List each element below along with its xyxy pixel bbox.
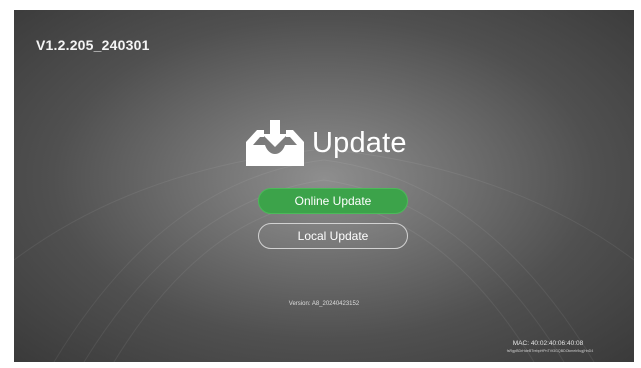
app-version-label: Version: A8_20240423152 bbox=[288, 301, 360, 307]
background-light-streaks bbox=[14, 149, 634, 362]
local-update-label: Local Update bbox=[297, 229, 369, 243]
update-screen: V1.2.205_240301 Update Online Update Loc… bbox=[14, 10, 634, 362]
mac-address-label: MAC: 40:02:40:06:40:08 bbox=[512, 340, 584, 347]
download-tray-icon bbox=[246, 120, 304, 166]
update-header: Update bbox=[242, 116, 407, 170]
local-update-button[interactable]: Local Update bbox=[258, 223, 408, 249]
online-update-button[interactable]: Online Update bbox=[258, 188, 408, 214]
online-update-label: Online Update bbox=[294, 194, 372, 208]
page-title: Update bbox=[312, 126, 407, 159]
device-serial-label: fsRgpBDrHdeBTrebpHPnTVt3GQBDOkmeb9ugjHnD… bbox=[506, 349, 594, 353]
firmware-version-label: V1.2.205_240301 bbox=[36, 37, 150, 53]
